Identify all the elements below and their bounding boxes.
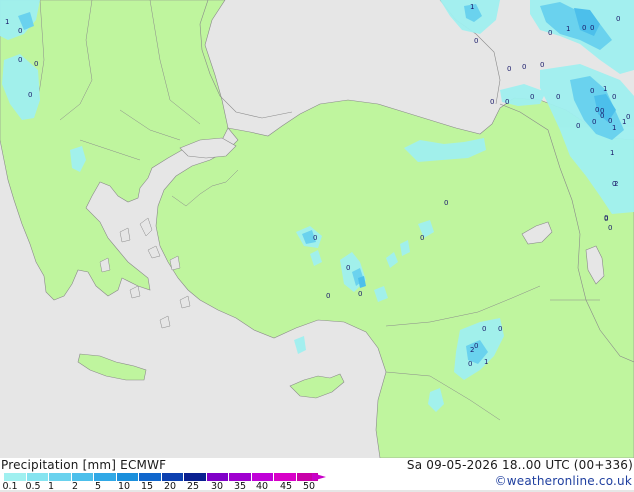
legend-tick-label: 5 (94, 481, 102, 492)
precip-value-label: 0 (34, 60, 38, 68)
precip-value-label: 0 (358, 290, 362, 298)
precip-value-label: 1 (603, 85, 607, 93)
precip-value-label: 1 (566, 25, 570, 33)
legend-swatch (274, 473, 297, 481)
legend-swatch (49, 473, 72, 481)
legend-tick-label: 45 (279, 481, 293, 492)
precip-value-label: 0 (468, 360, 472, 368)
precip-value-label: 0 (505, 98, 509, 106)
product-title: Precipitation [mm] ECMWF (1, 458, 167, 472)
precip-value-label: 1 (612, 124, 616, 132)
precip-value-label: 1 (470, 3, 474, 11)
legend-tick-label: 35 (233, 481, 247, 492)
precip-value-label: 0 (582, 24, 586, 32)
precip-value-label: 0 (474, 342, 478, 350)
precip-value-label: 0 (600, 112, 604, 120)
precip-value-label: 2 (470, 346, 474, 354)
legend-tick-label: 2 (71, 481, 79, 492)
legend-swatch (94, 473, 117, 481)
legend-swatch (26, 473, 49, 481)
legend-tick-label: 0.1 (2, 481, 18, 492)
precip-value-label: 0 (540, 61, 544, 69)
precip-value-label: 0 (498, 325, 502, 333)
legend-swatch (251, 473, 274, 481)
precip-value-label: 1 (484, 358, 488, 366)
legend-swatch (139, 473, 162, 481)
legend-swatch (116, 473, 139, 481)
precip-value-label: 0 (556, 93, 560, 101)
precip-value-label: 0 (346, 264, 350, 272)
precip-value-label: 0 (18, 27, 22, 35)
precip-value-label: 0 (590, 24, 594, 32)
legend-tick-label: 40 (255, 481, 269, 492)
precip-value-label: 0 (474, 37, 478, 45)
precip-value-label: 0 (507, 65, 511, 73)
precip-value-label: 0 (326, 292, 330, 300)
valid-time: Sa 09-05-2026 18..00 UTC (00+336) (406, 458, 633, 472)
legend-tick-label: 50 (302, 481, 316, 492)
precip-value-label: 0 (444, 199, 448, 207)
credit-link[interactable]: ©weatheronline.co.uk (495, 474, 632, 488)
precip-value-label: 0 (590, 87, 594, 95)
legend-swatch (4, 473, 27, 481)
color-legend (4, 473, 319, 481)
precip-value-label: 0 (604, 215, 608, 223)
legend-swatch (71, 473, 94, 481)
legend-tick-label: 0.5 (25, 481, 41, 492)
precip-value-label: 0 (522, 63, 526, 71)
precip-value-label: 1 (5, 18, 9, 26)
precip-value-label: 0 (576, 122, 580, 130)
precip-value-label: 0 (313, 234, 317, 242)
legend-tick-label: 25 (186, 481, 200, 492)
legend-arrow-icon (312, 473, 326, 481)
precip-value-label: 0 (608, 224, 612, 232)
legend-swatch (206, 473, 229, 481)
precipitation-map: 100 0010 1 00000 0 00 00 00 1000 0 0 0110000000 00 00… (0, 0, 634, 458)
legend-tick-label: 15 (140, 481, 154, 492)
precip-value-label: 0 (28, 91, 32, 99)
precip-value-label: 0 (490, 98, 494, 106)
precip-value-label: 0 (530, 93, 534, 101)
precip-value-label: 1 (610, 149, 614, 157)
precip-value-label: 0 (592, 118, 596, 126)
precip-value-label: 0 (18, 56, 22, 64)
legend-tick-label: 20 (163, 481, 177, 492)
precip-value-label: 0 (616, 15, 620, 23)
legend-swatch (184, 473, 207, 481)
legend-swatch (161, 473, 184, 481)
precip-value-label: 0 (482, 325, 486, 333)
footer-bar: Precipitation [mm] ECMWF Sa 09-05-2026 1… (0, 458, 634, 492)
legend-tick-label: 30 (210, 481, 224, 492)
precip-value-label: 0 (626, 113, 630, 121)
precip-value-label: 0 (548, 29, 552, 37)
legend-tick-label: 1 (47, 481, 55, 492)
precip-value-label: 2 (614, 180, 618, 188)
precip-value-label: 1 (622, 118, 626, 126)
legend-tick-label: 10 (117, 481, 131, 492)
legend-swatch (229, 473, 252, 481)
precip-value-label: 0 (595, 106, 599, 114)
precip-value-label: 0 (420, 234, 424, 242)
precip-value-label: 0 (612, 93, 616, 101)
